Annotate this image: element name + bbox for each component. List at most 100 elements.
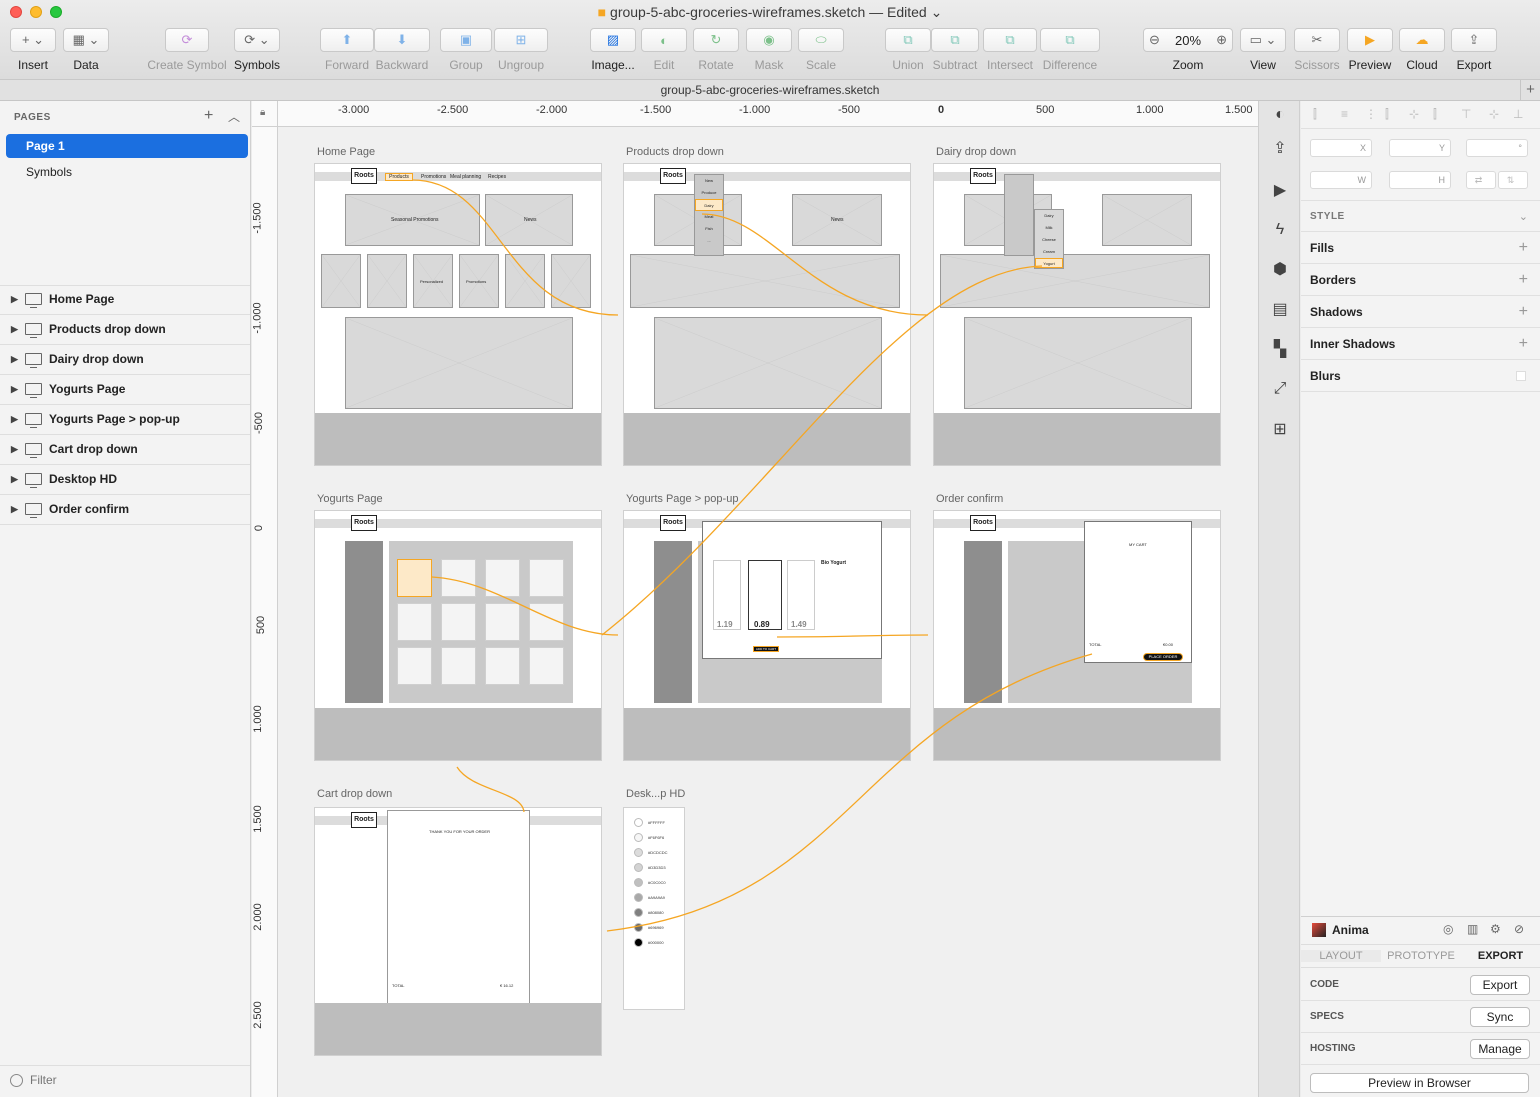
layer-cart-drop-down[interactable]: ▶ Cart drop down <box>0 435 250 465</box>
difference-button[interactable]: ⧉ Difference <box>1040 28 1100 72</box>
align-hright-icon[interactable]: ⫿ <box>1433 107 1437 122</box>
hosting-manage-button[interactable]: Manage <box>1470 1039 1530 1059</box>
artboard-label-desktop[interactable]: Desk...p HD <box>626 788 685 800</box>
layer-products-drop-down[interactable]: ▶ Products drop down <box>0 315 250 345</box>
tab-layout[interactable]: LAYOUT <box>1301 950 1381 962</box>
layer-dairy-drop-down[interactable]: ▶ Dairy drop down <box>0 345 250 375</box>
align-top-icon[interactable]: ⊤ <box>1461 107 1471 121</box>
intersect-button[interactable]: ⧉ Intersect <box>983 28 1037 72</box>
artboard-label-home[interactable]: Home Page <box>317 146 375 158</box>
add-border-icon[interactable]: + <box>1519 264 1528 296</box>
product-card[interactable] <box>397 559 432 597</box>
group-button[interactable]: ▣ Group <box>440 28 492 72</box>
product-card[interactable] <box>397 647 432 685</box>
gear-icon[interactable]: ⚙ <box>1490 922 1501 936</box>
layout-icon[interactable]: ▥ <box>1467 922 1478 936</box>
resize-icon[interactable]: ⤢ <box>1270 379 1290 399</box>
artboard-label-yogurts[interactable]: Yogurts Page <box>317 493 383 505</box>
canvas[interactable]: -3.000 -2.500 -2.000 -1.500 -1.000 -500 … <box>252 101 1258 1097</box>
target-icon[interactable]: ◎ <box>1443 922 1453 936</box>
cart-popup[interactable]: MY CART TOTAL €0.00 PLACE ORDER <box>1084 521 1192 663</box>
disclosure-triangle-icon[interactable]: ▶ <box>11 315 18 344</box>
layer-home-page[interactable]: ▶ Home Page <box>0 285 250 315</box>
zoom-out-icon[interactable]: ⊖ <box>1149 32 1160 48</box>
play-icon[interactable]: ▶ <box>1270 180 1290 200</box>
union-button[interactable]: ⧉ Union <box>885 28 931 72</box>
product-card[interactable] <box>485 603 520 641</box>
align-center-icon[interactable]: ≡ <box>1341 107 1348 121</box>
product-card[interactable] <box>485 647 520 685</box>
artboard-desktop-hd[interactable]: #FFFFFF #F6F6F6 #DCDCDC #D3D3D3 #C0C0C0 #A9A9… <box>623 807 685 1010</box>
preview-button[interactable]: ▶ Preview <box>1347 28 1393 72</box>
disclosure-triangle-icon[interactable]: ▶ <box>11 375 18 404</box>
artboard-order-confirm[interactable]: Roots MY CART TOTAL €0.00 PLACE ORDER <box>933 510 1221 761</box>
rotate-button[interactable]: ↻ Rotate <box>693 28 739 72</box>
style-section[interactable]: STYLE ⌄ <box>1301 200 1540 232</box>
y-field[interactable]: Y <box>1389 139 1451 157</box>
code-export-button[interactable]: Export <box>1470 975 1530 995</box>
image-button[interactable]: ▨ Image... <box>590 28 636 72</box>
page-item-page-1[interactable]: Page 1 <box>6 134 248 158</box>
lightning-icon[interactable]: ϟ <box>1270 220 1290 240</box>
create-symbol-button[interactable]: ⟳ Create Symbol <box>146 28 228 72</box>
artboard-yogurts-popup[interactable]: Roots Bio Yogurt 1.19 0.89 1.49 ADD TO C… <box>623 510 911 761</box>
product-card[interactable] <box>441 603 476 641</box>
layer-desktop-hd[interactable]: ▶ Desktop HD <box>0 465 250 495</box>
add-inner-shadow-icon[interactable]: + <box>1519 328 1528 360</box>
preview-in-browser-button[interactable]: Preview in Browser <box>1310 1073 1529 1093</box>
symbol-grid-icon[interactable]: ▚ <box>1270 339 1290 359</box>
align-hcenter-icon[interactable]: ⊹ <box>1409 107 1419 121</box>
blur-checkbox[interactable] <box>1516 371 1526 381</box>
mask-button[interactable]: ◉ Mask <box>746 28 792 72</box>
width-field[interactable]: W <box>1310 171 1372 189</box>
layer-order-confirm[interactable]: ▶ Order confirm <box>0 495 250 525</box>
distribute-icon[interactable]: ⋮ <box>1365 107 1377 121</box>
product-card[interactable] <box>529 603 564 641</box>
forward-button[interactable]: ⬆ Forward <box>320 28 374 72</box>
place-order-button[interactable]: PLACE ORDER <box>1143 653 1183 661</box>
artboard-label-cart[interactable]: Cart drop down <box>317 788 392 800</box>
disclosure-triangle-icon[interactable]: ▶ <box>11 465 18 494</box>
artboard-label-products[interactable]: Products drop down <box>626 146 724 158</box>
artboard-label-order[interactable]: Order confirm <box>936 493 1003 505</box>
thank-you-popup[interactable]: THANK YOU FOR YOUR ORDER TOTAL € 16.12 <box>387 810 530 1008</box>
x-field[interactable]: X <box>1310 139 1372 157</box>
product-popup[interactable]: Bio Yogurt 1.19 0.89 1.49 ADD TO CART <box>702 521 882 659</box>
product-card[interactable] <box>397 603 432 641</box>
tab-prototype[interactable]: PROTOTYPE <box>1381 950 1461 962</box>
hexagon-icon[interactable]: ⬢ <box>1270 259 1290 279</box>
add-shadow-icon[interactable]: + <box>1519 296 1528 328</box>
product-card[interactable] <box>441 647 476 685</box>
products-dropdown-menu[interactable]: New Produce Dairy Meat Fish ... <box>694 174 724 256</box>
products-dropdown-menu[interactable] <box>1004 174 1034 256</box>
artboard-products-drop-down[interactable]: Roots News New Produce Dairy Meat Fish .… <box>623 163 911 466</box>
ruler-lock-icon[interactable]: 🔒︎ <box>252 101 278 127</box>
artboard-home-page[interactable]: Roots Products Promotions Meal planning … <box>314 163 602 466</box>
artboard-dairy-drop-down[interactable]: Roots Dairy Milk Cheese Cream Yogurt <box>933 163 1221 466</box>
artboard-label-dairy[interactable]: Dairy drop down <box>936 146 1016 158</box>
tab-export[interactable]: EXPORT <box>1461 950 1540 962</box>
align-right-icon[interactable]: ⫿ <box>1385 107 1389 122</box>
insert-button[interactable]: + ⌄ Insert <box>10 28 56 72</box>
symbols-button[interactable]: ⟳ ⌄ Symbols <box>234 28 280 72</box>
add-to-cart-button[interactable]: ADD TO CART <box>753 646 779 652</box>
collapse-pages-icon[interactable]: ︿ <box>228 108 240 125</box>
share-icon[interactable]: ⇪ <box>1270 138 1290 158</box>
disclosure-triangle-icon[interactable]: ▶ <box>11 495 18 524</box>
add-image-icon[interactable]: ⊞ <box>1270 419 1290 439</box>
artboard-cart-drop-down[interactable]: Roots THANK YOU FOR YOUR ORDER TOTAL € 1… <box>314 807 602 1056</box>
height-field[interactable]: H <box>1389 171 1451 189</box>
product-card[interactable] <box>529 559 564 597</box>
export-button[interactable]: ⇪ Export <box>1451 28 1497 72</box>
add-fill-icon[interactable]: + <box>1519 232 1528 264</box>
dairy-dropdown-menu[interactable]: Dairy Milk Cheese Cream Yogurt <box>1034 209 1064 269</box>
disclosure-triangle-icon[interactable]: ▶ <box>11 435 18 464</box>
sketch-plugin-icon[interactable]: ◐ <box>1270 105 1290 125</box>
layout-icon[interactable]: ▤ <box>1270 299 1290 319</box>
layer-yogurts-popup[interactable]: ▶ Yogurts Page > pop-up <box>0 405 250 435</box>
zoom-control[interactable]: ⊖ 20% ⊕ Zoom <box>1143 28 1233 72</box>
add-page-icon[interactable]: + <box>204 107 213 125</box>
view-button[interactable]: ▭ ⌄ View <box>1240 28 1286 72</box>
rotation-field[interactable]: ° <box>1466 139 1528 157</box>
specs-sync-button[interactable]: Sync <box>1470 1007 1530 1027</box>
